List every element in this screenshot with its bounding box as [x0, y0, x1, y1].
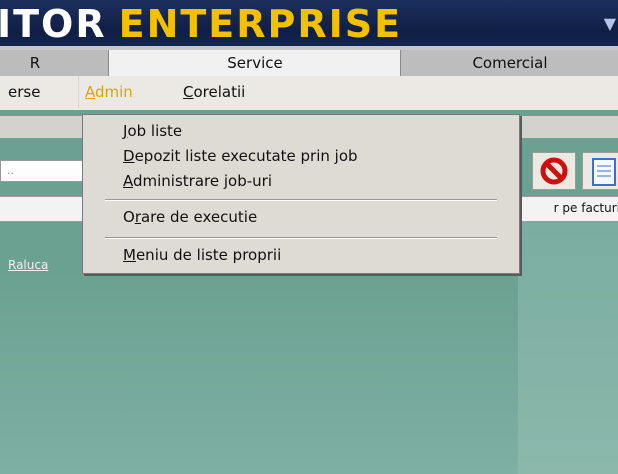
stop-button[interactable]: [532, 152, 576, 190]
menu-admin-accel: A: [85, 83, 95, 101]
user-link[interactable]: Raluca: [8, 258, 48, 272]
brand-logo: ITOR ENTERPRISE: [0, 4, 402, 44]
menu-corelatii[interactable]: Corelatii: [183, 76, 245, 108]
tab-r[interactable]: R: [0, 50, 109, 76]
dropdown-arrow-icon[interactable]: ▼: [604, 14, 616, 33]
title-banner: ITOR ENTERPRISE ▼: [0, 0, 618, 46]
menu-item-accel: D: [123, 147, 135, 165]
stop-icon: [540, 157, 568, 185]
menu-separator: [105, 199, 497, 201]
menu-bar: erse Admin Corelatii: [0, 76, 618, 110]
menu-item-meniu-liste[interactable]: Meniu de liste proprii: [123, 245, 281, 265]
brand-part1: ITOR: [0, 2, 107, 46]
menu-diverse[interactable]: erse: [8, 76, 40, 108]
app-window: ITOR ENTERPRISE ▼ R Service Comercial ers…: [0, 0, 618, 474]
document-button[interactable]: [582, 152, 618, 190]
admin-dropdown-menu: Job liste Depozit liste executate prin j…: [82, 114, 520, 274]
menu-item-label: eniu de liste proprii: [135, 246, 282, 264]
menu-corelatii-rest: orelatii: [193, 83, 246, 101]
menu-admin[interactable]: Admin: [78, 76, 139, 108]
right-pane: [518, 222, 618, 474]
menu-separator: [105, 237, 497, 239]
menu-item-label: epozit liste executate prin job: [134, 147, 358, 165]
menu-corelatii-accel: C: [183, 83, 194, 101]
document-icon: [592, 158, 616, 186]
menu-item-prefix: O: [123, 208, 135, 226]
menu-item-accel: A: [123, 172, 133, 190]
menu-admin-rest: dmin: [95, 83, 133, 101]
menu-item-label: are de executie: [140, 208, 258, 226]
menu-item-label: ob liste: [127, 122, 183, 140]
menu-item-depozit-liste[interactable]: Depozit liste executate prin job: [123, 146, 358, 166]
menu-item-label: dministrare job-uri: [133, 172, 272, 190]
menu-item-accel: M: [123, 246, 136, 264]
tab-service[interactable]: Service: [108, 50, 401, 77]
brand-part2: ENTERPRISE: [118, 2, 403, 46]
menu-item-orare-executie[interactable]: Orare de executie: [123, 207, 257, 227]
filter-combo[interactable]: ..: [0, 160, 88, 182]
tab-comercial[interactable]: Comercial: [400, 50, 618, 76]
menu-item-job-liste[interactable]: Job liste: [123, 121, 182, 141]
tab-bar: R Service Comercial: [0, 46, 618, 77]
invoice-column-header: r pe facturi: [553, 201, 618, 215]
menu-item-administrare-job[interactable]: Administrare job-uri: [123, 171, 272, 191]
